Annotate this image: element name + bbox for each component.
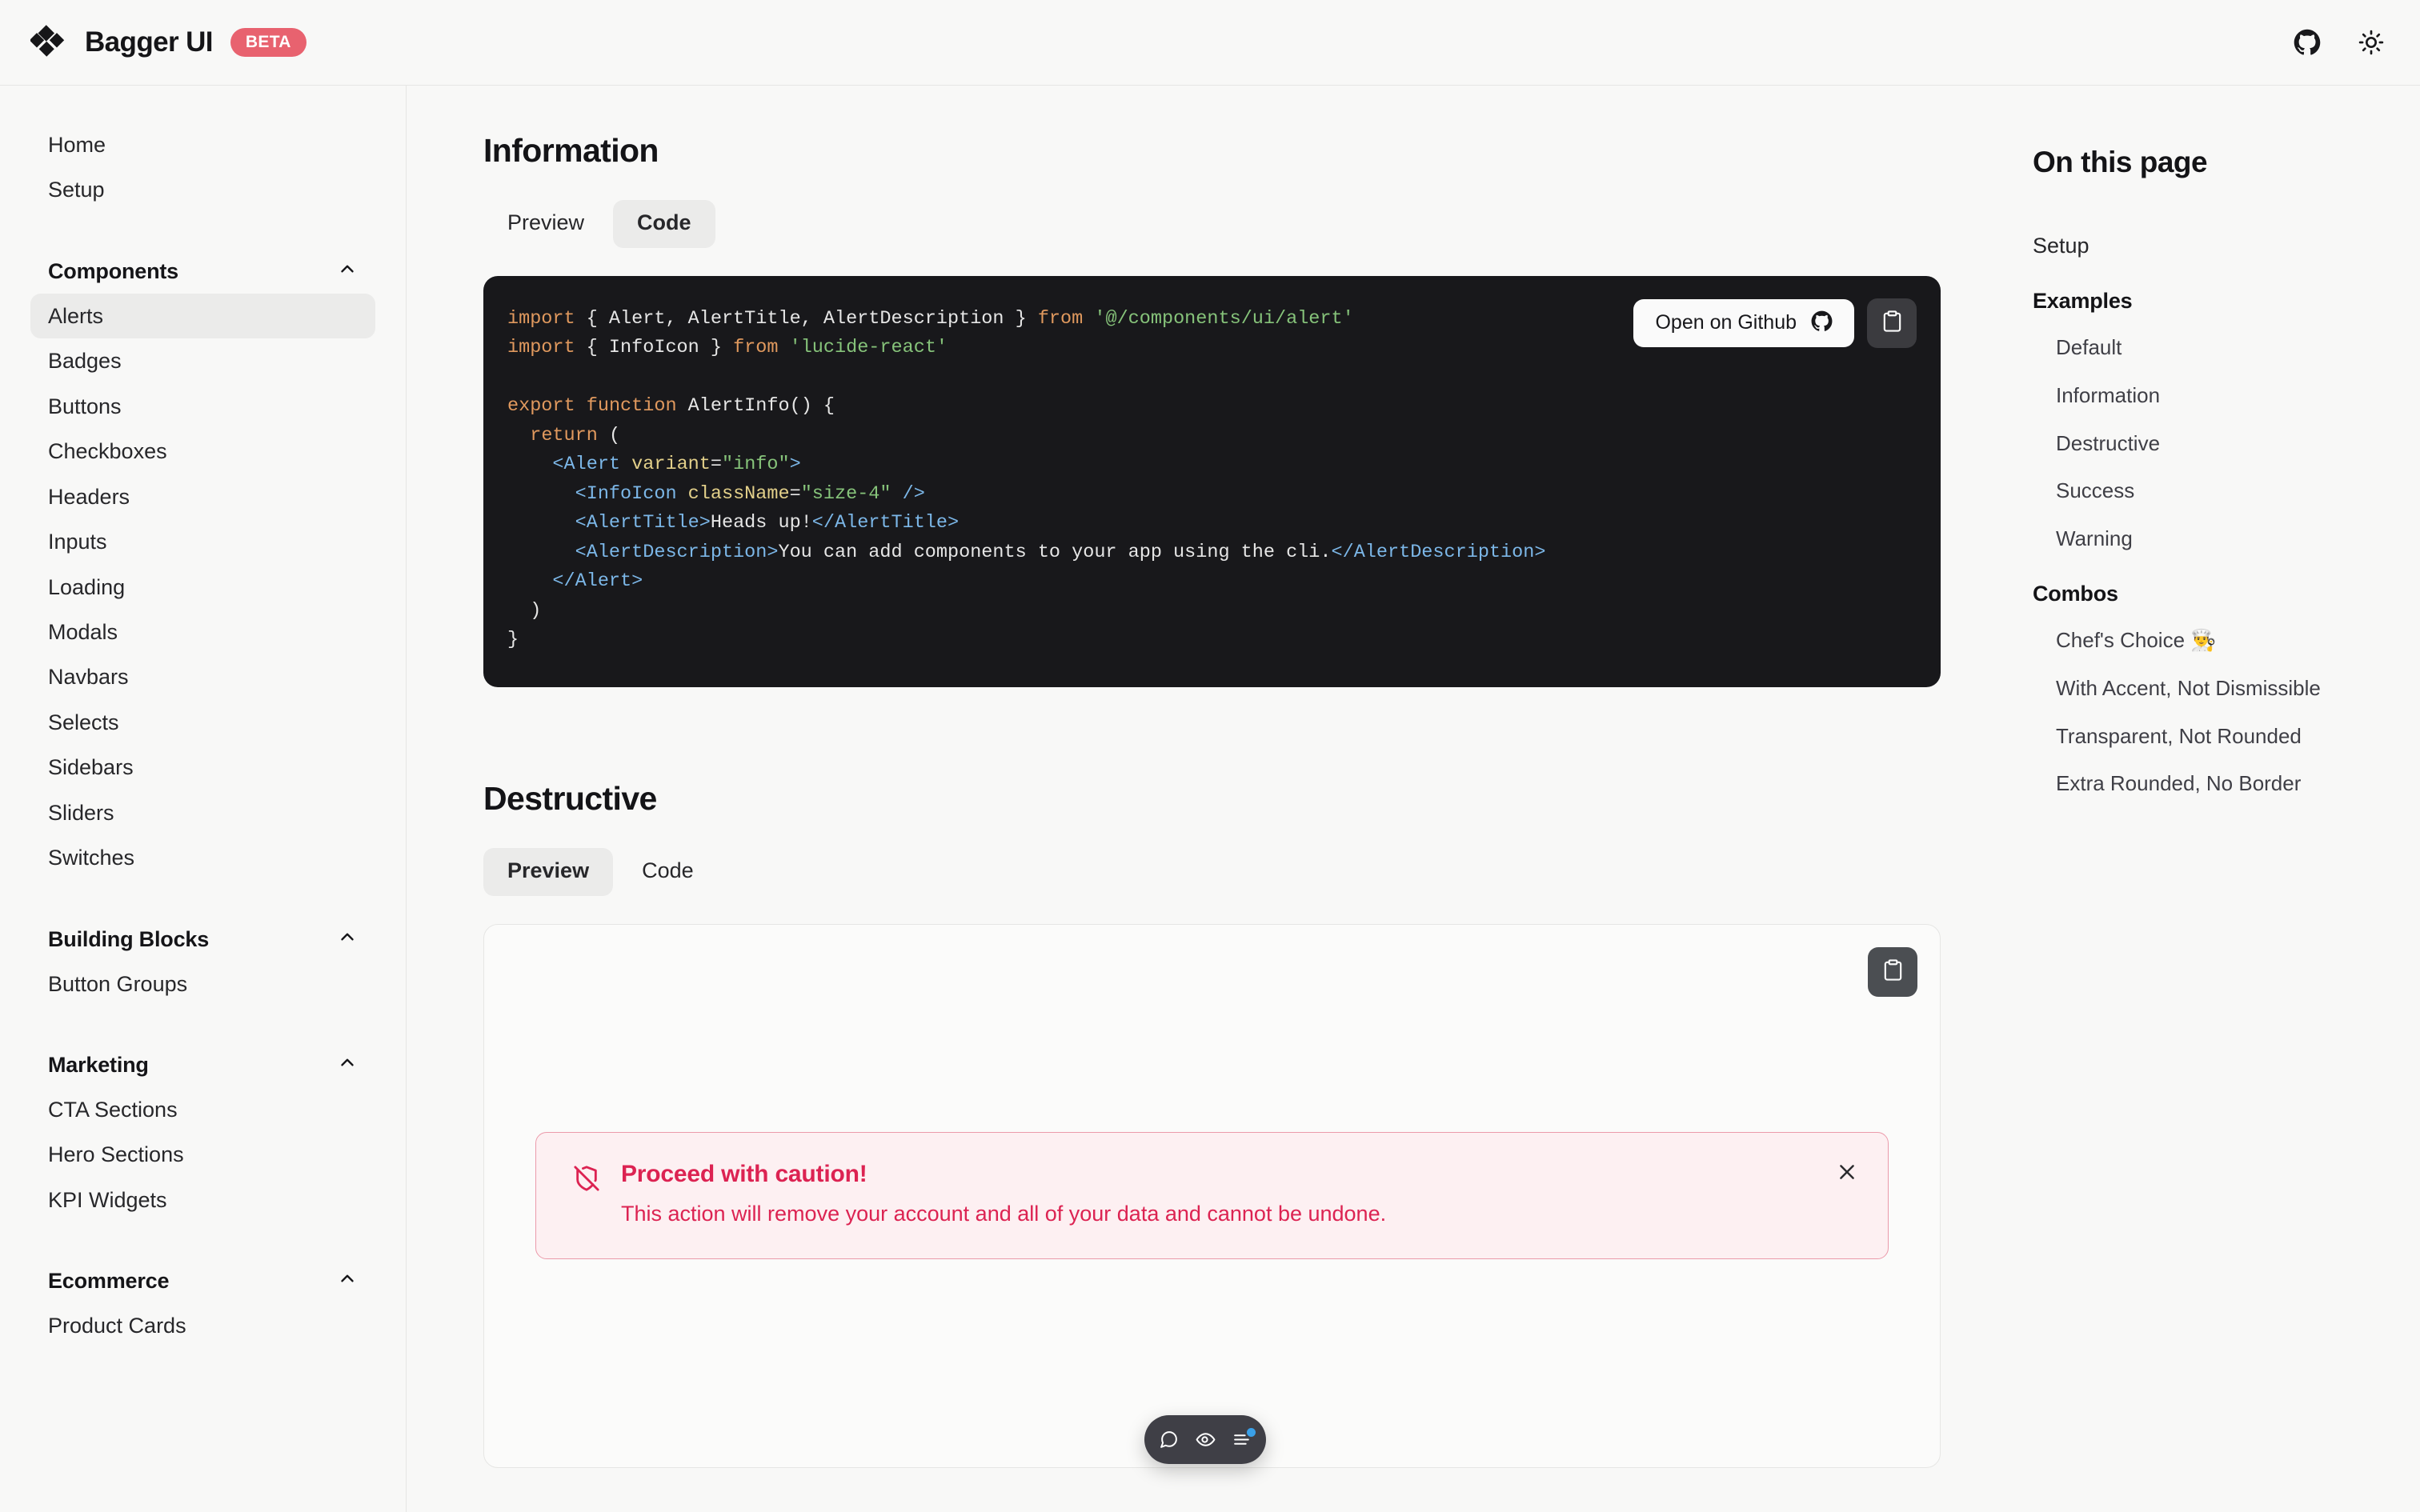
alert-destructive: Proceed with caution! This action will r… <box>535 1131 1889 1260</box>
rail-link-default[interactable]: Default <box>2056 334 2420 362</box>
sidebar-item-inputs[interactable]: Inputs <box>30 519 375 564</box>
sidebar-item-headers[interactable]: Headers <box>30 474 375 519</box>
open-on-github-label: Open on Github <box>1655 311 1797 334</box>
page-title-destructive: Destructive <box>483 779 657 817</box>
top-bar-actions <box>2294 29 2385 56</box>
chevron-up-icon[interactable] <box>337 1268 358 1294</box>
sidebar-item-cta-sections[interactable]: CTA Sections <box>30 1087 375 1132</box>
sidebar-item-product-cards[interactable]: Product Cards <box>30 1303 375 1348</box>
rail-link-transparent-not-rounded[interactable]: Transparent, Not Rounded <box>2056 723 2420 750</box>
tab-destructive-preview[interactable]: Preview <box>483 847 614 896</box>
chevron-up-icon[interactable] <box>337 1052 358 1078</box>
sidebar-item-checkboxes[interactable]: Checkboxes <box>30 429 375 474</box>
alert-title: Proceed with caution! <box>621 1160 867 1187</box>
rail-link-chef-s-choice[interactable]: Chef's Choice 👨‍🍳 <box>2056 627 2420 654</box>
top-bar: Bagger UI BETA <box>0 0 2420 86</box>
sidebar-section-components[interactable]: Components <box>30 250 375 294</box>
chevron-up-icon[interactable] <box>337 258 358 285</box>
sidebar-item-selects[interactable]: Selects <box>30 700 375 745</box>
on-this-page-rail: On this page Setup Examples Default Inform… <box>2004 86 2420 1512</box>
chevron-up-icon[interactable] <box>337 926 358 953</box>
copy-preview-button[interactable] <box>1868 946 1917 997</box>
tab-information-code[interactable]: Code <box>613 200 715 248</box>
sidebar-item-badges[interactable]: Badges <box>30 338 375 383</box>
brand[interactable]: Bagger UI BETA <box>29 24 307 61</box>
left-sidebar: Home Setup Components Alerts Badges Buttons Ch… <box>0 86 407 1512</box>
sidebar-item-modals[interactable]: Modals <box>30 610 375 654</box>
eye-icon[interactable] <box>1196 1430 1216 1450</box>
code-content: import { Alert, AlertTitle, AlertDescrip… <box>507 307 1546 651</box>
sidebar-item-sidebars[interactable]: Sidebars <box>30 745 375 790</box>
sidebar-section-building-blocks[interactable]: Building Blocks <box>30 918 375 962</box>
tabs-destructive: Preview Code <box>483 847 2004 896</box>
sidebar-item-switches[interactable]: Switches <box>30 835 375 880</box>
sidebar-item-setup[interactable]: Setup <box>30 167 375 212</box>
rail-group-combos: Combos <box>2033 582 2118 606</box>
sidebar-item-loading[interactable]: Loading <box>30 565 375 610</box>
copy-code-button[interactable] <box>1867 298 1917 348</box>
rail-link-warning[interactable]: Warning <box>2056 526 2420 553</box>
rail-link-extra-rounded-no-border[interactable]: Extra Rounded, No Border <box>2056 770 2420 798</box>
shield-off-icon <box>573 1165 600 1196</box>
rail-link-destructive[interactable]: Destructive <box>2056 430 2420 458</box>
comment-icon[interactable] <box>1159 1430 1179 1450</box>
alert-text: Proceed with caution! This action will r… <box>621 1160 1386 1228</box>
tabs-information: Preview Code <box>483 200 2004 248</box>
tab-destructive-code[interactable]: Code <box>618 848 718 896</box>
sidebar-section-label: Ecommerce <box>48 1269 170 1294</box>
sidebar-section-marketing[interactable]: Marketing <box>30 1043 375 1087</box>
github-icon <box>1811 310 1833 336</box>
clipboard-icon <box>1881 310 1904 337</box>
rail-link-information[interactable]: Information <box>2056 382 2420 410</box>
close-icon[interactable] <box>1837 1162 1857 1182</box>
sidebar-item-navbars[interactable]: Navbars <box>30 654 375 699</box>
sidebar-section-label: Marketing <box>48 1053 149 1077</box>
main-content: Information Preview Code import { Alert,… <box>407 86 2004 1512</box>
sidebar-section-label: Components <box>48 258 178 283</box>
diamond-cluster-logo-icon <box>29 24 67 61</box>
list-settings-icon[interactable] <box>1232 1428 1256 1450</box>
rail-group-examples: Examples <box>2033 289 2133 314</box>
rail-title: On this page <box>2033 146 2208 178</box>
beta-badge: BETA <box>230 28 307 57</box>
rail-link-with-accent-not-dismissible[interactable]: With Accent, Not Dismissible <box>2056 675 2420 702</box>
notification-badge <box>1246 1428 1256 1437</box>
tab-information-preview[interactable]: Preview <box>483 200 608 248</box>
alert-description: This action will remove your account and… <box>621 1201 1387 1226</box>
page-title-information: Information <box>483 132 659 169</box>
preview-card-destructive: Proceed with caution! This action will r… <box>483 923 1941 1468</box>
sidebar-item-alerts[interactable]: Alerts <box>30 293 375 339</box>
sidebar-item-hero-sections[interactable]: Hero Sections <box>30 1132 375 1177</box>
rail-link-success[interactable]: Success <box>2056 478 2420 505</box>
sidebar-item-button-groups[interactable]: Button Groups <box>30 962 375 1006</box>
rail-link-setup[interactable]: Setup <box>2033 232 2420 260</box>
sidebar-item-kpi-widgets[interactable]: KPI Widgets <box>30 1178 375 1222</box>
floating-toolbar <box>1144 1415 1266 1464</box>
code-block-information: import { Alert, AlertTitle, AlertDescrip… <box>483 275 1941 687</box>
brand-name: Bagger UI <box>85 26 214 58</box>
code-block-actions: Open on Github <box>1633 298 1917 348</box>
github-icon[interactable] <box>2294 29 2321 56</box>
sidebar-section-ecommerce[interactable]: Ecommerce <box>30 1259 375 1303</box>
sun-icon[interactable] <box>2358 29 2385 56</box>
clipboard-icon <box>1881 958 1905 986</box>
sidebar-item-home[interactable]: Home <box>30 122 375 167</box>
sidebar-section-label: Building Blocks <box>48 926 210 951</box>
sidebar-item-buttons[interactable]: Buttons <box>30 384 375 429</box>
open-on-github-button[interactable]: Open on Github <box>1633 298 1854 347</box>
sidebar-item-sliders[interactable]: Sliders <box>30 790 375 835</box>
